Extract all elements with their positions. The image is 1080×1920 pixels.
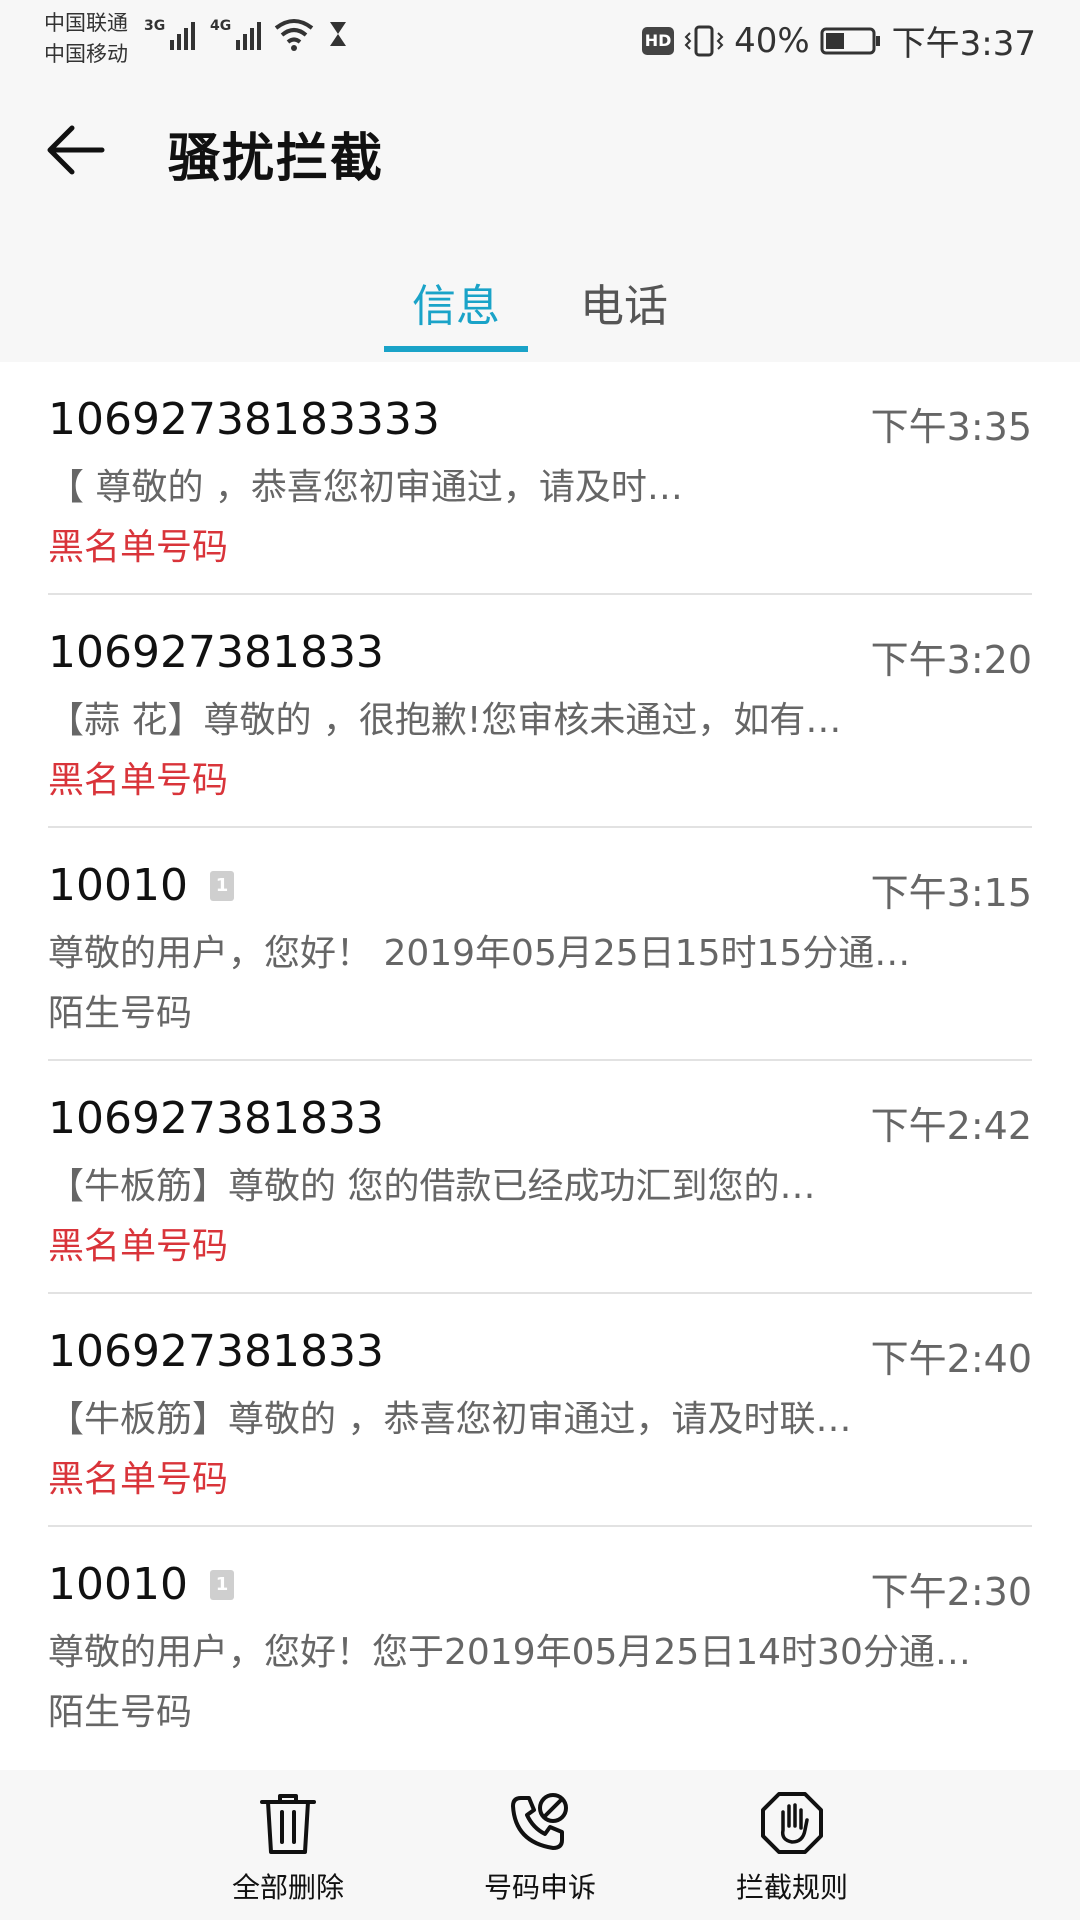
number-tag: 黑名单号码 — [48, 527, 229, 568]
carrier-2: 中国移动 — [44, 42, 128, 66]
battery-percent: 40% — [734, 20, 810, 61]
back-button[interactable] — [44, 112, 120, 188]
message-time: 下午2:42 — [870, 1104, 1032, 1148]
carrier-1: 中国联通 — [44, 11, 128, 35]
message-time: 下午2:30 — [870, 1570, 1032, 1614]
delete-all-button[interactable]: 全部删除 — [188, 1770, 388, 1920]
wifi-icon — [274, 19, 314, 51]
arrow-left-icon — [47, 125, 105, 175]
status-bar: 中国联通 中国移动 3G 4G HD 40% 下午3:37 — [0, 0, 1080, 80]
message-time: 下午3:20 — [870, 638, 1032, 682]
sender-number: 10692738183333 — [48, 394, 440, 445]
message-preview: 【 尊敬的 ，恭喜您初审通过，请及时… — [48, 467, 683, 508]
tab-calls[interactable]: 电话 — [560, 252, 688, 362]
page-title: 骚扰拦截 — [168, 129, 385, 189]
message-time: 下午3:35 — [870, 405, 1032, 449]
delete-all-label: 全部删除 — [231, 1871, 344, 1904]
block-rules-button[interactable]: 拦截规则 — [692, 1770, 892, 1920]
number-tag: 黑名单号码 — [48, 760, 229, 801]
sender-number: 106927381833 — [48, 1093, 384, 1144]
number-tag: 陌生号码 — [48, 993, 193, 1034]
message-preview: 【牛板筋】尊敬的 您的借款已经成功汇到您的… — [48, 1166, 816, 1207]
message-list: 10692738183333 下午3:35 【 尊敬的 ，恭喜您初审通过，请及时… — [0, 362, 1080, 1760]
list-item[interactable]: 106927381833 下午2:42 【牛板筋】尊敬的 您的借款已经成功汇到您… — [0, 1061, 1080, 1294]
number-tag: 黑名单号码 — [48, 1459, 229, 1500]
signal-4g-icon: 4G — [210, 18, 261, 50]
carrier-info: 中国联通 中国移动 — [44, 8, 128, 70]
sender-number: 106927381833 — [48, 627, 384, 678]
phone-blocked-icon — [511, 1793, 568, 1850]
hand-stop-icon — [761, 1792, 823, 1854]
hd-badge: HD — [642, 26, 675, 55]
number-tag: 陌生号码 — [48, 1692, 193, 1733]
message-preview: 尊敬的用户，您好！ 2019年05月25日15时15分通… — [48, 933, 911, 974]
number-appeal-label: 号码申诉 — [483, 1871, 596, 1904]
tab-bar: 信息 电话 — [0, 252, 1080, 362]
net-3g-label: 3G — [144, 18, 165, 34]
vibrate-icon — [684, 25, 724, 56]
message-time: 下午2:40 — [870, 1337, 1032, 1381]
sender-number: 106927381833 — [48, 1326, 384, 1377]
app-bar: 骚扰拦截 信息 电话 — [0, 80, 1080, 362]
sender-number: 10010 1 — [48, 1559, 234, 1610]
number-appeal-button[interactable]: 号码申诉 — [440, 1770, 640, 1920]
hourglass-icon — [330, 22, 346, 46]
number-tag: 黑名单号码 — [48, 1226, 229, 1267]
message-preview: 尊敬的用户，您好！您于2019年05月25日14时30分通… — [48, 1632, 971, 1673]
message-preview: 【牛板筋】尊敬的 ，恭喜您初审通过，请及时联… — [48, 1399, 852, 1440]
list-item[interactable]: 106927381833 下午3:20 【蒜 花】尊敬的 ，很抱歉!您审核未通过… — [0, 595, 1080, 828]
message-preview: 【蒜 花】尊敬的 ，很抱歉!您审核未通过，如有… — [48, 700, 842, 741]
bottom-action-bar: 全部删除 号码申诉 拦截规则 — [0, 1770, 1080, 1920]
tab-indicator — [384, 346, 528, 352]
sim-card-icon: 1 — [209, 870, 234, 901]
list-item[interactable]: 106927381833 下午2:40 【牛板筋】尊敬的 ，恭喜您初审通过，请及… — [0, 1294, 1080, 1527]
net-4g-label: 4G — [210, 18, 231, 34]
status-time: 下午3:37 — [891, 24, 1036, 64]
status-right: HD 40% 下午3:37 — [642, 16, 1036, 65]
sim-card-icon: 1 — [209, 1569, 234, 1600]
message-time: 下午3:15 — [870, 871, 1032, 915]
list-item[interactable]: 10692738183333 下午3:35 【 尊敬的 ，恭喜您初审通过，请及时… — [0, 362, 1080, 595]
signal-3g-icon: 3G — [144, 18, 195, 50]
list-item[interactable]: 10010 1 下午3:15 尊敬的用户，您好！ 2019年05月25日15时1… — [0, 828, 1080, 1061]
list-item[interactable]: 10010 1 下午2:30 尊敬的用户，您好！您于2019年05月25日14时… — [0, 1527, 1080, 1760]
trash-icon — [260, 1794, 316, 1854]
sender-number: 10010 1 — [48, 860, 234, 911]
battery-icon — [820, 27, 880, 54]
block-rules-label: 拦截规则 — [735, 1871, 848, 1904]
